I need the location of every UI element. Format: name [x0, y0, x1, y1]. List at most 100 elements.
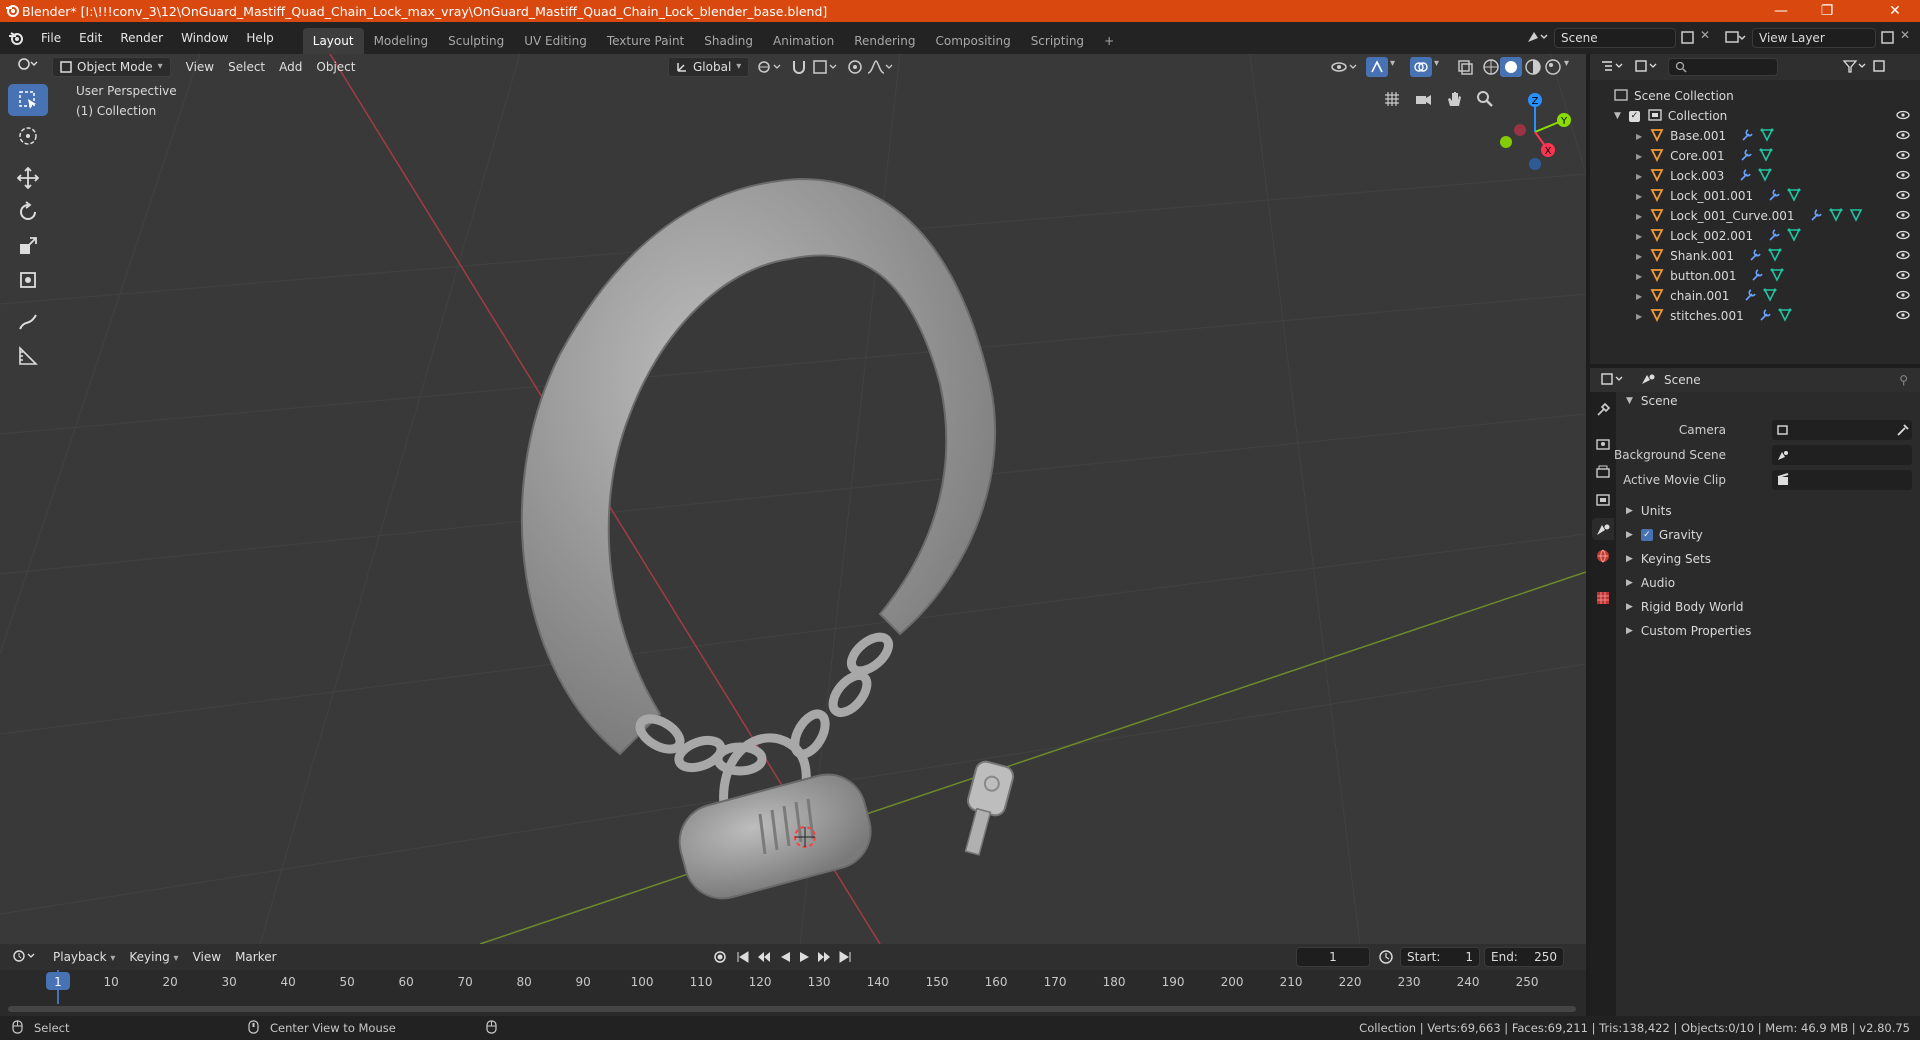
expand-arrow-icon[interactable]: ▶: [1636, 272, 1642, 281]
menu-select[interactable]: Select: [221, 57, 272, 77]
eye-icon[interactable]: [1896, 269, 1910, 283]
jump-start-icon[interactable]: [736, 949, 750, 968]
expand-arrow-icon[interactable]: ▶: [1636, 292, 1642, 301]
view-layer-tab-icon[interactable]: [1595, 492, 1611, 511]
outliner-row-object[interactable]: ▶ Lock_001_Curve.001: [1590, 206, 1920, 226]
mesh-data-icon[interactable]: [1787, 188, 1801, 205]
mesh-data-icon[interactable]: [1778, 308, 1792, 325]
view-layer-icon[interactable]: [1724, 29, 1746, 50]
scene-tab-icon[interactable]: [1592, 518, 1614, 540]
view-layer-field[interactable]: View Layer: [1752, 28, 1876, 48]
tab-modeling[interactable]: Modeling: [364, 28, 439, 54]
scene-panel-header[interactable]: ▼ Scene: [1616, 389, 1920, 413]
record-icon[interactable]: [712, 949, 728, 968]
eye-icon[interactable]: [1896, 189, 1910, 203]
outliner-row-object[interactable]: ▶ Shank.001: [1590, 246, 1920, 266]
modifier-wrench-icon[interactable]: [1738, 168, 1752, 185]
outliner-row-scene-collection[interactable]: Scene Collection: [1590, 86, 1920, 106]
cursor-tool[interactable]: [8, 120, 48, 152]
rotate-tool[interactable]: [8, 196, 48, 228]
scale-tool[interactable]: [8, 230, 48, 262]
mesh-data-icon[interactable]: [1759, 148, 1773, 165]
chevron-down-icon[interactable]: ▾: [1564, 58, 1569, 69]
menu-view[interactable]: View: [179, 57, 221, 77]
menu-add[interactable]: Add: [272, 57, 309, 77]
modifier-wrench-icon[interactable]: [1767, 188, 1781, 205]
tab-texture-paint[interactable]: Texture Paint: [597, 28, 694, 54]
gravity-checkbox[interactable]: ✓: [1640, 529, 1653, 541]
modifier-wrench-icon[interactable]: [1748, 248, 1762, 265]
xray-toggle-icon[interactable]: [1456, 58, 1474, 79]
outliner-row-collection[interactable]: ▼ ✓ Collection: [1590, 106, 1920, 126]
annotate-tool[interactable]: [8, 306, 48, 338]
eye-icon[interactable]: [1896, 309, 1910, 323]
outliner-row-object[interactable]: ▶ button.001: [1590, 266, 1920, 286]
eye-icon[interactable]: [1896, 149, 1910, 163]
3d-viewport[interactable]: User Perspective (1) Collection Z Y X: [0, 54, 1586, 944]
pan-hand-icon[interactable]: [1440, 85, 1468, 113]
tab-sculpting[interactable]: Sculpting: [438, 28, 514, 54]
snap-target-icon[interactable]: [812, 58, 842, 79]
maximize-button[interactable]: ❐: [1804, 0, 1850, 22]
menu-help[interactable]: Help: [237, 22, 282, 54]
menu-edit[interactable]: Edit: [70, 22, 111, 54]
menu-timeline-view[interactable]: View: [186, 947, 228, 967]
editor-type-icon[interactable]: [10, 57, 46, 77]
camera-view-icon[interactable]: [1409, 85, 1437, 113]
eye-icon[interactable]: [1896, 129, 1910, 143]
rendered-shading-icon[interactable]: [1544, 58, 1562, 79]
menu-file[interactable]: File: [32, 22, 70, 54]
solid-shading-icon[interactable]: [1500, 57, 1522, 77]
blender-menu-icon[interactable]: [0, 30, 32, 46]
eye-icon[interactable]: [1896, 109, 1910, 123]
new-view-layer-icon[interactable]: [1880, 30, 1896, 49]
modifier-wrench-icon[interactable]: [1743, 288, 1757, 305]
mesh-data-icon[interactable]: [1849, 208, 1863, 225]
expand-arrow-icon[interactable]: ▶: [1636, 152, 1642, 161]
properties-editor-type-icon[interactable]: [1600, 372, 1626, 389]
eye-icon[interactable]: [1896, 289, 1910, 303]
checkbox-icon[interactable]: ✓: [1628, 110, 1640, 122]
tab-uv-editing[interactable]: UV Editing: [514, 28, 597, 54]
outliner-search-input[interactable]: [1668, 58, 1778, 76]
select-box-tool[interactable]: [8, 84, 48, 116]
tab-compositing[interactable]: Compositing: [925, 28, 1020, 54]
outliner-row-object[interactable]: ▶ Lock_001.001: [1590, 186, 1920, 206]
menu-keying[interactable]: Keying ▾: [122, 947, 185, 967]
tab-animation[interactable]: Animation: [763, 28, 844, 54]
menu-playback[interactable]: Playback ▾: [46, 947, 122, 967]
section-units[interactable]: ▶ Units: [1616, 499, 1920, 523]
background-scene-field[interactable]: [1772, 445, 1912, 465]
modifier-wrench-icon[interactable]: [1758, 308, 1772, 325]
modifier-wrench-icon[interactable]: [1740, 128, 1754, 145]
eye-icon[interactable]: [1896, 229, 1910, 243]
delete-view-layer-icon[interactable]: ✕: [1900, 28, 1910, 42]
start-frame-field[interactable]: Start: 1: [1400, 947, 1480, 967]
snap-magnet-icon[interactable]: [790, 58, 808, 79]
prev-keyframe-icon[interactable]: [756, 949, 772, 968]
minimize-button[interactable]: —: [1758, 0, 1804, 22]
tab-rendering[interactable]: Rendering: [844, 28, 925, 54]
outliner-row-object[interactable]: ▶ chain.001: [1590, 286, 1920, 306]
tab-scripting[interactable]: Scripting: [1021, 28, 1094, 54]
display-mode-icon[interactable]: [1634, 59, 1660, 76]
visibility-selectability-icon[interactable]: [1330, 58, 1360, 79]
material-preview-icon[interactable]: [1524, 58, 1542, 79]
tab-layout[interactable]: Layout: [302, 28, 364, 54]
show-overlays-icon[interactable]: [1410, 57, 1432, 77]
transform-orientation-dropdown[interactable]: Global ▾: [668, 57, 750, 77]
current-frame-field[interactable]: 1: [1296, 947, 1370, 967]
jump-end-icon[interactable]: [838, 949, 852, 968]
mesh-data-icon[interactable]: [1763, 288, 1777, 305]
new-scene-icon[interactable]: [1680, 30, 1696, 49]
menu-object[interactable]: Object: [309, 57, 362, 77]
modifier-wrench-icon[interactable]: [1739, 148, 1753, 165]
expand-arrow-icon[interactable]: ▶: [1636, 172, 1642, 181]
section-gravity[interactable]: ▶ ✓ Gravity: [1616, 523, 1920, 547]
transform-tool[interactable]: [8, 264, 48, 296]
modifier-wrench-icon[interactable]: [1750, 268, 1764, 285]
eye-icon[interactable]: [1896, 169, 1910, 183]
new-collection-icon[interactable]: [1872, 59, 1888, 76]
outliner-row-object[interactable]: ▶ stitches.001: [1590, 306, 1920, 326]
world-tab-icon[interactable]: [1595, 548, 1611, 567]
